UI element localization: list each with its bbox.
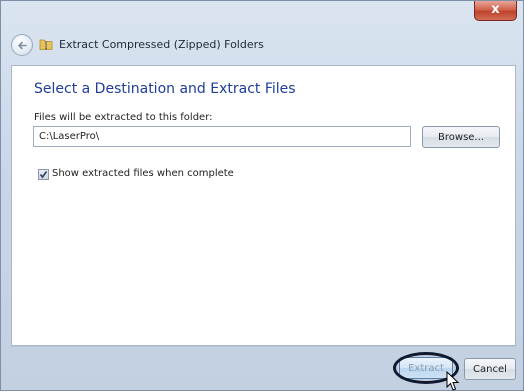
browse-button[interactable]: Browse... bbox=[422, 126, 500, 148]
extract-button[interactable]: Extract bbox=[399, 357, 453, 379]
cancel-button[interactable]: Cancel bbox=[464, 358, 516, 380]
back-arrow-icon bbox=[18, 41, 27, 50]
window-title: Extract Compressed (Zipped) Folders bbox=[59, 38, 264, 51]
destination-path-input[interactable] bbox=[33, 126, 411, 147]
destination-label: Files will be extracted to this folder: bbox=[34, 112, 213, 123]
show-files-checkbox[interactable] bbox=[38, 169, 49, 180]
zip-folder-icon bbox=[39, 39, 53, 50]
footer-divider bbox=[11, 346, 516, 347]
checkmark-icon bbox=[39, 171, 48, 179]
extract-dialog-window: x Extract Compressed (Zipped) Folders Se… bbox=[0, 0, 524, 391]
back-button[interactable] bbox=[11, 34, 33, 56]
close-icon: x bbox=[491, 2, 500, 17]
mouse-pointer-icon bbox=[446, 371, 460, 391]
close-button[interactable]: x bbox=[474, 1, 517, 21]
show-files-checkbox-label[interactable]: Show extracted files when complete bbox=[52, 168, 234, 179]
page-heading: Select a Destination and Extract Files bbox=[34, 81, 296, 97]
title-bar: x Extract Compressed (Zipped) Folders bbox=[1, 1, 523, 56]
content-panel bbox=[11, 65, 516, 346]
